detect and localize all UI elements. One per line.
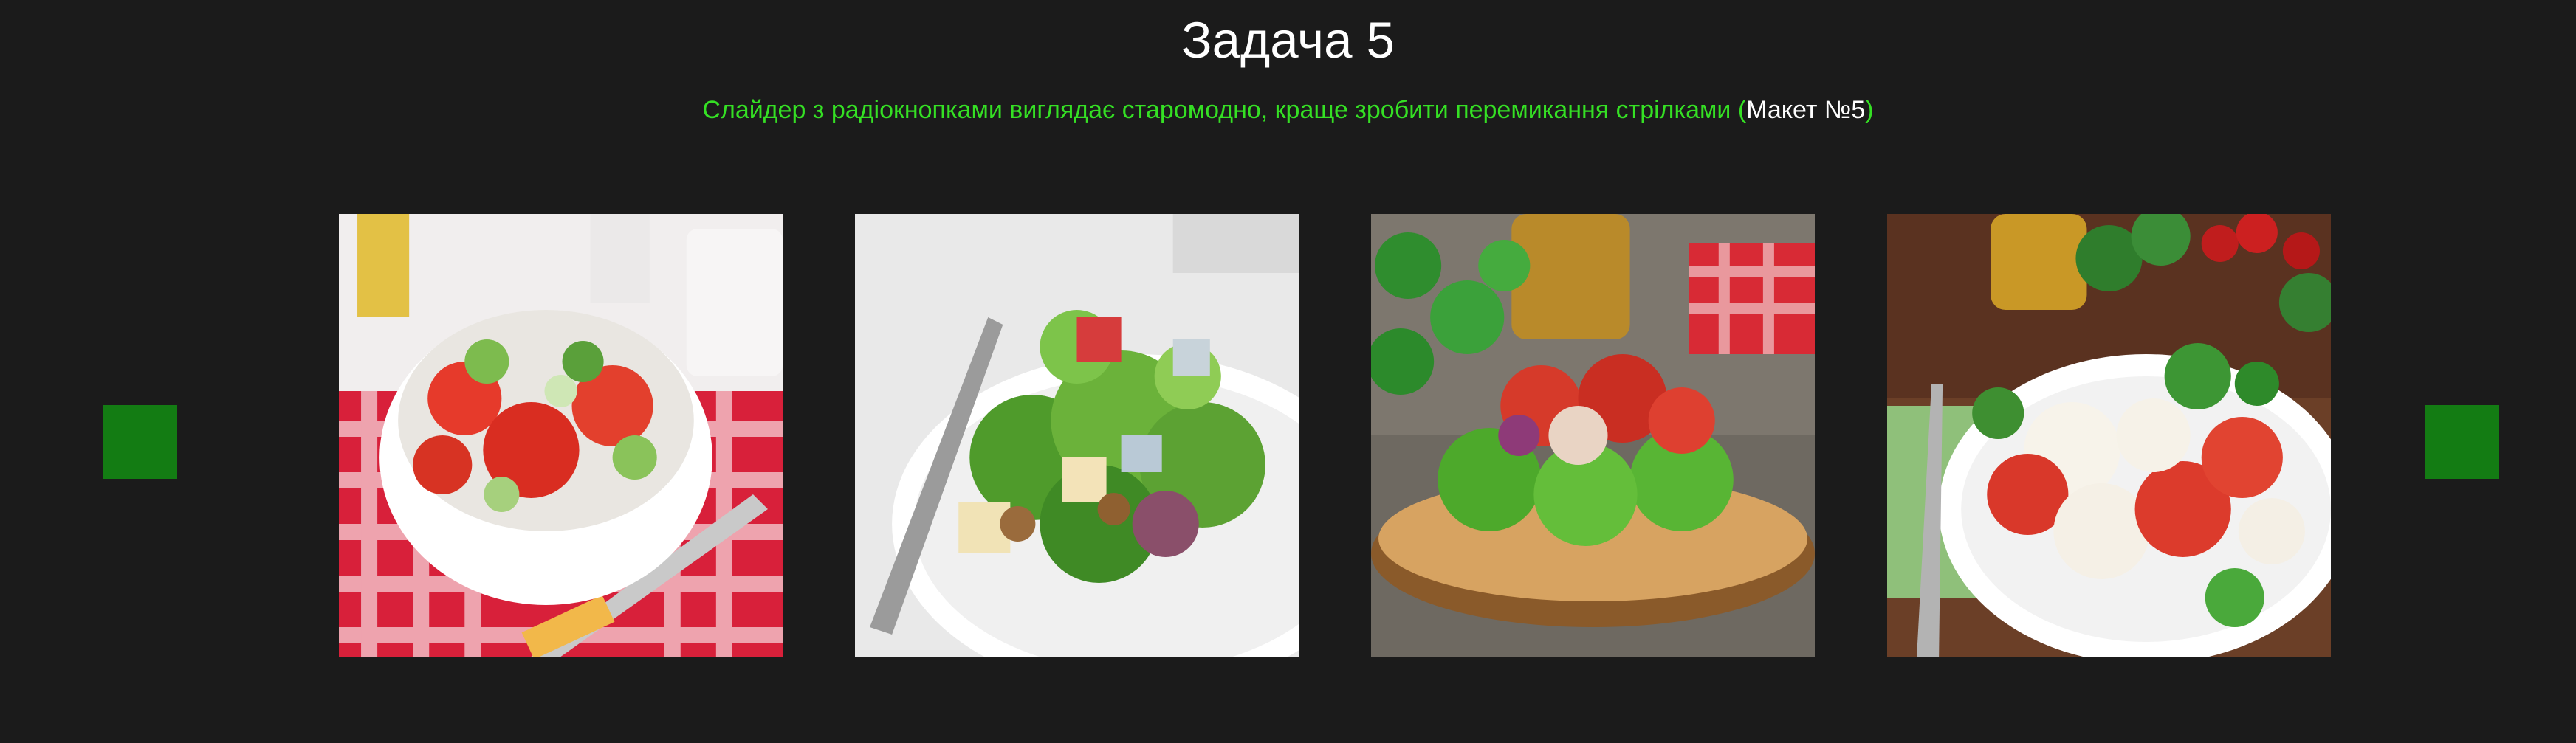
page: Задача 5 Слайдер з радіокнопками вигляда… [0,0,2576,743]
next-arrow-button[interactable] [2425,405,2499,479]
prev-arrow-button[interactable] [103,405,177,479]
slide-image-1 [339,214,783,657]
mockup-link[interactable]: Макет №5 [1746,96,1865,124]
slide-image-2 [855,214,1299,657]
task-description-text: Слайдер з радіокнопками виглядає старомо… [702,96,1747,124]
task-description-end: ) [1865,96,1874,124]
slide-image-4 [1887,214,2331,657]
task-description: Слайдер з радіокнопками виглядає старомо… [0,91,2576,128]
slide-image-3 [1371,214,1815,657]
page-title: Задача 5 [1181,12,1395,69]
